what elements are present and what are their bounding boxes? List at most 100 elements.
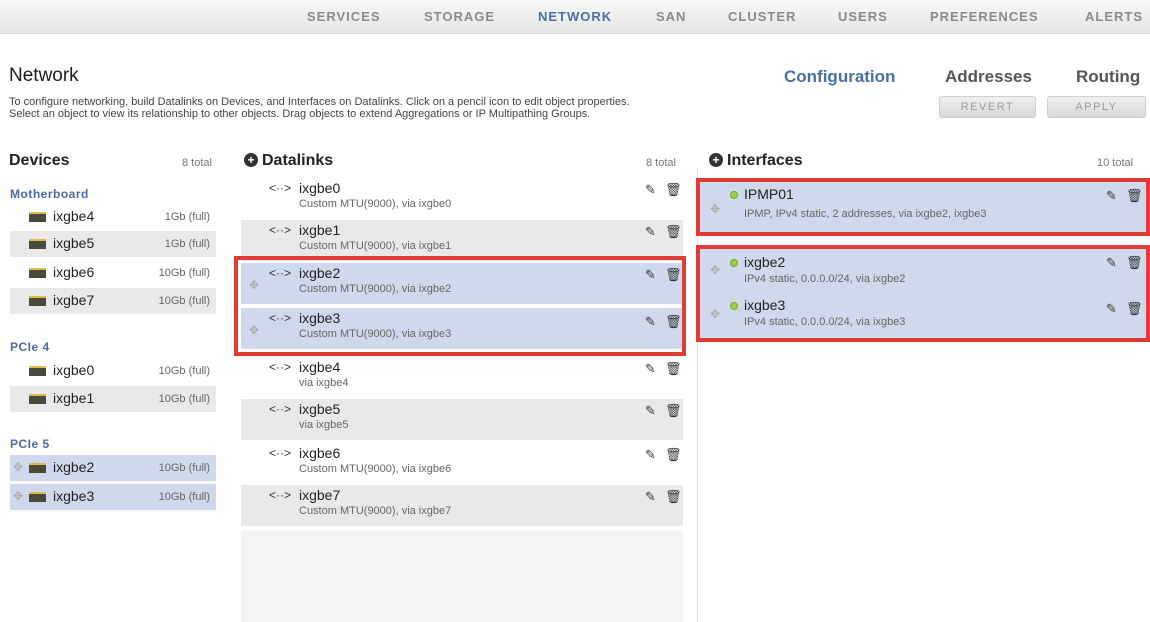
- pencil-icon[interactable]: ✎: [645, 224, 656, 240]
- nav-san[interactable]: SAN: [656, 9, 686, 24]
- device-row[interactable]: ✥ ixgbe2 10Gb (full): [10, 455, 216, 481]
- pencil-icon[interactable]: ✎: [645, 447, 656, 463]
- datalink-row[interactable]: <··> ixgbe0 Custom MTU(9000), via ixgbe0…: [241, 178, 683, 219]
- device-speed: 1Gb (full): [164, 238, 210, 250]
- device-name: ixgbe3: [53, 488, 95, 504]
- device-speed: 10Gb (full): [158, 365, 210, 377]
- datalink-desc: via ixgbe5: [299, 419, 349, 431]
- trash-icon[interactable]: 🗑: [665, 489, 682, 505]
- trash-icon[interactable]: 🗑: [665, 403, 682, 419]
- datalink-arrows-icon: <··>: [269, 360, 292, 374]
- trash-icon[interactable]: 🗑: [665, 182, 682, 198]
- pencil-icon[interactable]: ✎: [645, 361, 656, 377]
- nav-network[interactable]: NETWORK: [538, 9, 612, 24]
- instructions-line-1: To configure networking, build Datalinks…: [9, 96, 630, 108]
- trash-icon[interactable]: 🗑: [665, 361, 682, 377]
- nav-users[interactable]: USERS: [838, 9, 888, 24]
- device-speed: 1Gb (full): [164, 211, 210, 223]
- page-title: Network: [9, 65, 79, 86]
- datalinks-total: 8 total: [646, 157, 676, 169]
- section-pcie-5: PCIe 5: [10, 437, 50, 451]
- datalink-name: ixgbe1: [299, 222, 341, 238]
- interfaces-title: + Interfaces: [709, 152, 803, 170]
- nic-chip-icon: [29, 296, 46, 306]
- device-speed: 10Gb (full): [158, 491, 210, 503]
- datalink-arrows-icon: <··>: [269, 402, 292, 416]
- nav-storage[interactable]: STORAGE: [424, 9, 495, 24]
- device-name: ixgbe5: [53, 235, 95, 251]
- apply-button[interactable]: APPLY: [1047, 96, 1146, 118]
- nic-chip-icon: [29, 239, 46, 249]
- device-row[interactable]: ixgbe7 10Gb (full): [10, 288, 216, 314]
- nav-preferences[interactable]: PREFERENCES: [930, 9, 1039, 24]
- devices-title: Devices: [9, 152, 70, 169]
- datalink-name: ixgbe7: [299, 487, 341, 503]
- devices-total: 8 total: [182, 157, 212, 169]
- nic-chip-icon: [29, 492, 46, 502]
- datalink-arrows-icon: <··>: [269, 488, 292, 502]
- datalink-row[interactable]: <··> ixgbe7 Custom MTU(9000), via ixgbe7…: [241, 485, 683, 526]
- nav-alerts[interactable]: ALERTS: [1085, 9, 1143, 24]
- datalink-name: ixgbe6: [299, 445, 341, 461]
- device-row[interactable]: ixgbe1 10Gb (full): [10, 386, 216, 412]
- section-pcie-4: PCIe 4: [10, 340, 50, 354]
- device-row[interactable]: ixgbe0 10Gb (full): [10, 358, 216, 384]
- datalink-row[interactable]: <··> ixgbe4 via ixgbe4 ✎ 🗑: [241, 357, 683, 398]
- instructions-line-2: Select an object to view its relationshi…: [9, 108, 591, 120]
- device-name: ixgbe2: [53, 459, 95, 475]
- highlight-box-interfaces: [696, 245, 1150, 342]
- tab-addresses[interactable]: Addresses: [945, 67, 1032, 87]
- nav-services[interactable]: SERVICES: [307, 9, 381, 24]
- datalinks-empty-area: [241, 531, 683, 622]
- highlight-box-ipmp: [696, 178, 1150, 236]
- top-navigation: SERVICES STORAGE NETWORK SAN CLUSTER USE…: [0, 0, 1150, 34]
- pencil-icon[interactable]: ✎: [645, 182, 656, 198]
- device-name: ixgbe1: [53, 390, 95, 406]
- datalink-arrows-icon: <··>: [269, 446, 292, 460]
- trash-icon[interactable]: 🗑: [665, 447, 682, 463]
- device-row[interactable]: ✥ ixgbe3 10Gb (full): [10, 484, 216, 510]
- datalink-name: ixgbe4: [299, 359, 341, 375]
- device-name: ixgbe7: [53, 292, 95, 308]
- datalink-row[interactable]: <··> ixgbe6 Custom MTU(9000), via ixgbe6…: [241, 443, 683, 484]
- revert-button[interactable]: REVERT: [939, 96, 1036, 118]
- datalink-row[interactable]: <··> ixgbe1 Custom MTU(9000), via ixgbe1…: [241, 220, 683, 261]
- pencil-icon[interactable]: ✎: [645, 489, 656, 505]
- datalink-desc: Custom MTU(9000), via ixgbe6: [299, 463, 452, 475]
- datalink-name: ixgbe0: [299, 180, 341, 196]
- trash-icon[interactable]: 🗑: [665, 224, 682, 240]
- datalink-desc: Custom MTU(9000), via ixgbe7: [299, 505, 452, 517]
- tab-configuration[interactable]: Configuration: [784, 67, 895, 87]
- highlight-box-datalinks: [234, 256, 686, 356]
- interfaces-title-label: Interfaces: [727, 152, 803, 169]
- column-divider: [697, 168, 698, 622]
- nic-chip-icon: [29, 366, 46, 376]
- datalink-arrows-icon: <··>: [269, 181, 292, 195]
- datalink-arrows-icon: <··>: [269, 223, 292, 237]
- device-row[interactable]: ixgbe5 1Gb (full): [10, 231, 216, 257]
- interfaces-total: 10 total: [1097, 157, 1134, 169]
- drag-handle-icon[interactable]: ✥: [13, 489, 23, 503]
- datalink-desc: Custom MTU(9000), via ixgbe0: [299, 198, 452, 210]
- device-speed: 10Gb (full): [158, 462, 210, 474]
- nav-cluster[interactable]: CLUSTER: [728, 9, 796, 24]
- device-speed: 10Gb (full): [158, 267, 210, 279]
- drag-handle-icon[interactable]: ✥: [13, 460, 23, 474]
- pencil-icon[interactable]: ✎: [645, 403, 656, 419]
- datalinks-title: + Datalinks: [244, 152, 333, 170]
- datalink-name: ixgbe5: [299, 401, 341, 417]
- datalink-desc: Custom MTU(9000), via ixgbe1: [299, 240, 452, 252]
- tab-routing[interactable]: Routing: [1076, 67, 1140, 87]
- device-speed: 10Gb (full): [158, 393, 210, 405]
- device-name: ixgbe4: [53, 208, 95, 224]
- add-datalink-icon[interactable]: +: [244, 153, 258, 167]
- device-speed: 10Gb (full): [158, 295, 210, 307]
- nic-chip-icon: [29, 268, 46, 278]
- datalink-row[interactable]: <··> ixgbe5 via ixgbe5 ✎ 🗑: [241, 399, 683, 440]
- device-row[interactable]: ixgbe4 1Gb (full): [10, 204, 216, 230]
- device-row[interactable]: ixgbe6 10Gb (full): [10, 260, 216, 286]
- nic-chip-icon: [29, 394, 46, 404]
- device-name: ixgbe0: [53, 362, 95, 378]
- add-interface-icon[interactable]: +: [709, 153, 723, 167]
- section-motherboard: Motherboard: [10, 187, 89, 201]
